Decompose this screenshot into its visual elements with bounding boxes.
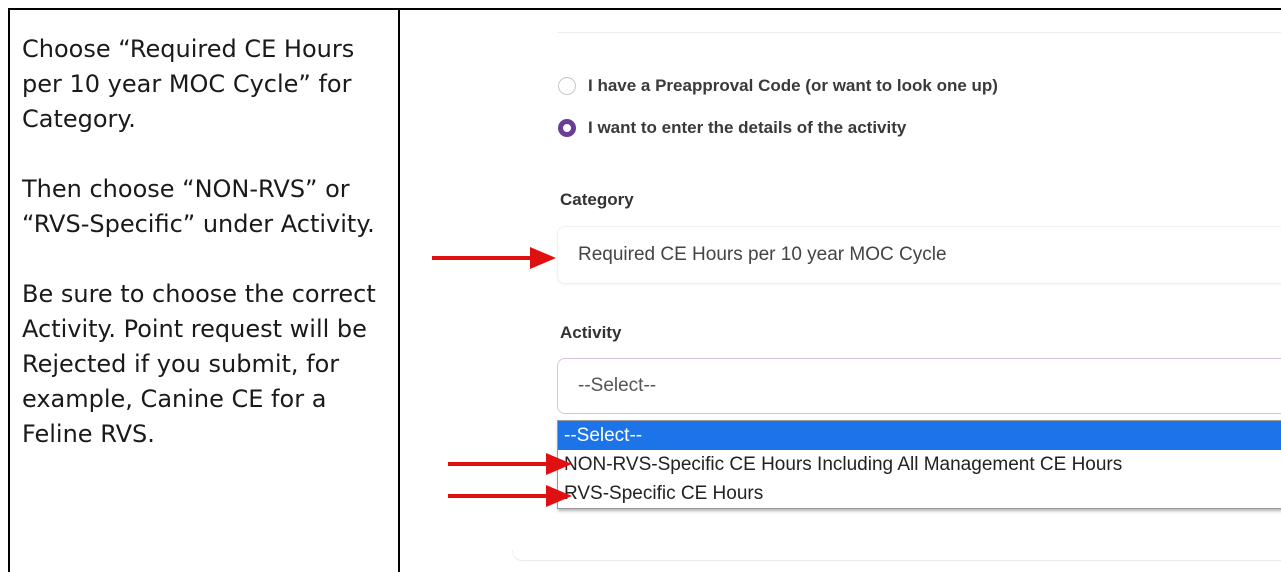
instructions-column: Choose “Required CE Hours per 10 year MO… xyxy=(22,32,392,487)
instruction-step-category: Choose “Required CE Hours per 10 year MO… xyxy=(22,35,355,133)
instruction-warning: Be sure to choose the correct Activity. … xyxy=(22,280,376,448)
activity-dropdown-list[interactable]: --Select-- NON-RVS-Specific CE Hours Inc… xyxy=(557,420,1281,509)
dropdown-option-select[interactable]: --Select-- xyxy=(558,421,1281,450)
radio-label: I have a Preapproval Code (or want to lo… xyxy=(588,76,998,95)
category-select[interactable]: Required CE Hours per 10 year MOC Cycle xyxy=(557,226,1281,284)
category-label: Category xyxy=(560,190,634,209)
category-value: Required CE Hours per 10 year MOC Cycle xyxy=(578,244,947,265)
form-screenshot: I have a Preapproval Code (or want to lo… xyxy=(400,10,1281,572)
instruction-step-activity: Then choose “NON-RVS” or “RVS-Specific” … xyxy=(22,175,375,238)
dropdown-option-non-rvs[interactable]: NON-RVS-Specific CE Hours Including All … xyxy=(558,450,1281,479)
radio-label: I want to enter the details of the activ… xyxy=(588,118,907,137)
radio-unchecked-icon[interactable] xyxy=(558,77,576,95)
card-divider xyxy=(558,32,1281,33)
radio-checked-icon[interactable] xyxy=(558,119,576,137)
activity-label: Activity xyxy=(560,323,622,342)
radio-preapproval-code[interactable]: I have a Preapproval Code (or want to lo… xyxy=(558,76,998,96)
dropdown-option-rvs-specific[interactable]: RVS-Specific CE Hours xyxy=(558,479,1281,508)
card-bottom-edge xyxy=(512,550,1281,561)
activity-select[interactable]: --Select-- xyxy=(557,358,1281,414)
activity-value: --Select-- xyxy=(578,375,657,396)
radio-enter-details[interactable]: I want to enter the details of the activ… xyxy=(558,118,906,138)
